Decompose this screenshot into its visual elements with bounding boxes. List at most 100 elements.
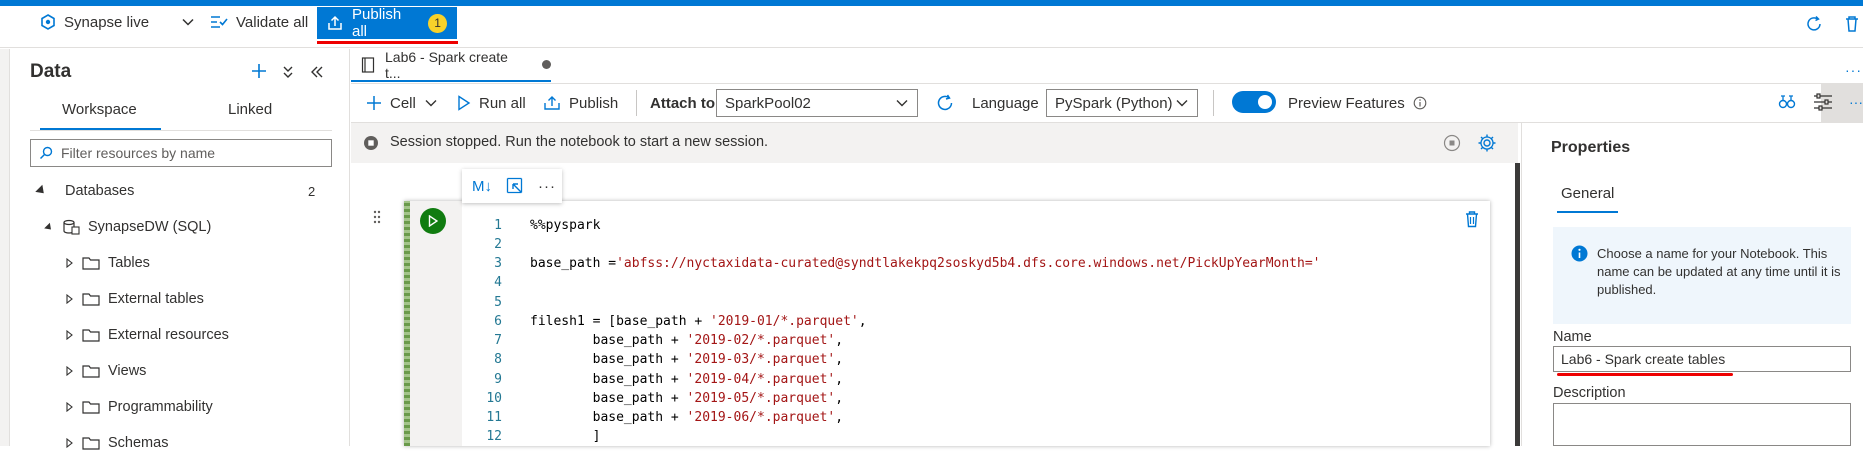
tree-item-views[interactable]: Views — [66, 359, 146, 383]
cell-gutter — [410, 201, 462, 446]
collapse-all-icon[interactable] — [282, 65, 294, 79]
description-field[interactable] — [1553, 403, 1851, 446]
database-icon — [62, 219, 80, 235]
tree-item-database[interactable]: SynapseDW (SQL) — [44, 215, 211, 239]
code-line: base_path + '2019-05/*.parquet', — [530, 391, 843, 406]
line-number: 8 — [494, 352, 502, 367]
editor-scrollbar[interactable] — [1515, 163, 1520, 446]
red-annotation-underline — [1557, 373, 1733, 376]
tree-item-external-resources[interactable]: External resources — [66, 323, 229, 347]
publish-label: Publish — [569, 94, 619, 112]
code-line: base_path ='abfss://nyctaxidata-curated@… — [530, 256, 1321, 271]
run-cell-button[interactable] — [420, 208, 446, 234]
line-number: 10 — [486, 391, 502, 406]
markdown-toggle-button[interactable]: M↓ — [472, 178, 492, 195]
folder-icon — [82, 256, 100, 270]
validate-all-button[interactable]: Validate all — [210, 8, 308, 36]
line-number: 3 — [494, 256, 502, 271]
folder-label: Programmability — [108, 399, 213, 415]
chevron-right-icon — [66, 402, 74, 412]
filter-resources-input[interactable]: Filter resources by name — [30, 139, 332, 167]
refresh-icon[interactable] — [935, 93, 955, 113]
chevron-right-icon — [66, 258, 74, 268]
tree-item-tables[interactable]: Tables — [66, 251, 150, 275]
publish-icon — [543, 95, 561, 111]
pending-changes-badge: 1 — [428, 13, 447, 33]
info-message: Choose a name for your Notebook. This na… — [1597, 246, 1841, 297]
notebook-tab[interactable]: Lab6 - Spark create t... — [351, 49, 551, 82]
more-options-icon[interactable]: ··· — [538, 178, 556, 195]
string-literal: 'abfss://nyctaxidata-curated@syndtlakekp… — [616, 256, 1321, 271]
line-number: 2 — [494, 237, 502, 252]
synapse-live-dropdown[interactable]: Synapse live — [40, 8, 195, 36]
tab-linked[interactable]: Linked — [228, 101, 272, 118]
select-cell-icon[interactable] — [506, 177, 524, 195]
drag-handle-icon[interactable] — [373, 210, 381, 224]
red-annotation-underline — [317, 41, 458, 44]
line-number: 4 — [494, 275, 502, 290]
more-options-icon[interactable]: ··· — [1849, 94, 1863, 110]
discard-icon[interactable] — [1843, 15, 1861, 33]
info-icon[interactable] — [1413, 96, 1427, 110]
attach-to-label: Attach to — [650, 94, 715, 112]
tree-item-databases[interactable]: Databases — [35, 179, 134, 203]
run-all-button[interactable]: Run all — [457, 90, 526, 116]
string-literal: '2019-01/*.parquet' — [710, 314, 859, 329]
preview-features-text: Preview Features — [1288, 94, 1405, 112]
tree-item-schemas[interactable]: Schemas — [66, 431, 168, 455]
filter-placeholder: Filter resources by name — [61, 145, 216, 161]
string-literal: '2019-06/*.parquet' — [686, 410, 836, 425]
attach-to-select[interactable]: SparkPool02 — [716, 89, 918, 117]
folder-label: External resources — [108, 327, 229, 343]
code-token: , — [835, 333, 844, 348]
line-number: 9 — [494, 372, 502, 387]
tab-workspace[interactable]: Workspace — [62, 101, 137, 118]
code-line: base_path + '2019-06/*.parquet', — [530, 410, 843, 425]
code-token: base_path + — [530, 333, 687, 348]
caret-down-icon — [44, 222, 54, 232]
variables-icon[interactable] — [1777, 92, 1797, 112]
stop-session-icon[interactable] — [1443, 134, 1461, 152]
synapse-icon — [40, 14, 56, 30]
chevron-right-icon — [66, 330, 74, 340]
attach-to-value: SparkPool02 — [725, 94, 811, 112]
folder-icon — [82, 364, 100, 378]
active-tab-indicator — [1557, 211, 1618, 213]
add-cell-button[interactable]: Cell — [366, 90, 438, 116]
properties-icon[interactable] — [1813, 93, 1833, 111]
delete-cell-icon[interactable] — [1464, 210, 1480, 228]
code-token: base_path + — [530, 352, 687, 367]
publish-icon — [327, 15, 343, 31]
tab-general[interactable]: General — [1561, 185, 1614, 202]
more-tabs-icon[interactable]: ··· — [1845, 62, 1862, 78]
stopped-icon — [363, 135, 379, 151]
line-number: 6 — [494, 314, 502, 329]
code-line: filesh1 = [base_path + '2019-01/*.parque… — [530, 314, 867, 329]
add-icon[interactable] — [250, 62, 268, 80]
tree-item-external-tables[interactable]: External tables — [66, 287, 204, 311]
notebook-tab-title: Lab6 - Spark create t... — [385, 48, 508, 81]
synapse-live-label: Synapse live — [64, 13, 150, 31]
notebook-icon — [361, 56, 375, 73]
code-line: ] — [530, 429, 601, 444]
publish-all-button[interactable]: Publish all 1 — [317, 6, 457, 40]
code-line: %%pyspark — [530, 218, 601, 233]
language-select[interactable]: PySpark (Python) — [1046, 89, 1198, 117]
toolbar-separator — [636, 90, 637, 116]
language-label: Language — [972, 94, 1039, 112]
tabs-divider — [351, 83, 1863, 84]
folder-label: Tables — [108, 255, 150, 271]
language-value: PySpark (Python) — [1055, 94, 1173, 112]
publish-button[interactable]: Publish — [543, 90, 618, 116]
gear-icon[interactable] — [1477, 133, 1497, 153]
refresh-icon[interactable] — [1805, 15, 1823, 33]
code-line: base_path + '2019-03/*.parquet', — [530, 352, 843, 367]
line-number: 12 — [486, 429, 502, 444]
toggle-knob — [1258, 95, 1272, 109]
tree-item-programmability[interactable]: Programmability — [66, 395, 213, 419]
validate-all-label: Validate all — [236, 13, 309, 31]
chevron-down-icon — [895, 96, 909, 110]
chevron-double-left-icon[interactable] — [310, 65, 324, 79]
name-field[interactable]: Lab6 - Spark create tables — [1553, 346, 1851, 372]
run-all-label: Run all — [479, 94, 526, 112]
